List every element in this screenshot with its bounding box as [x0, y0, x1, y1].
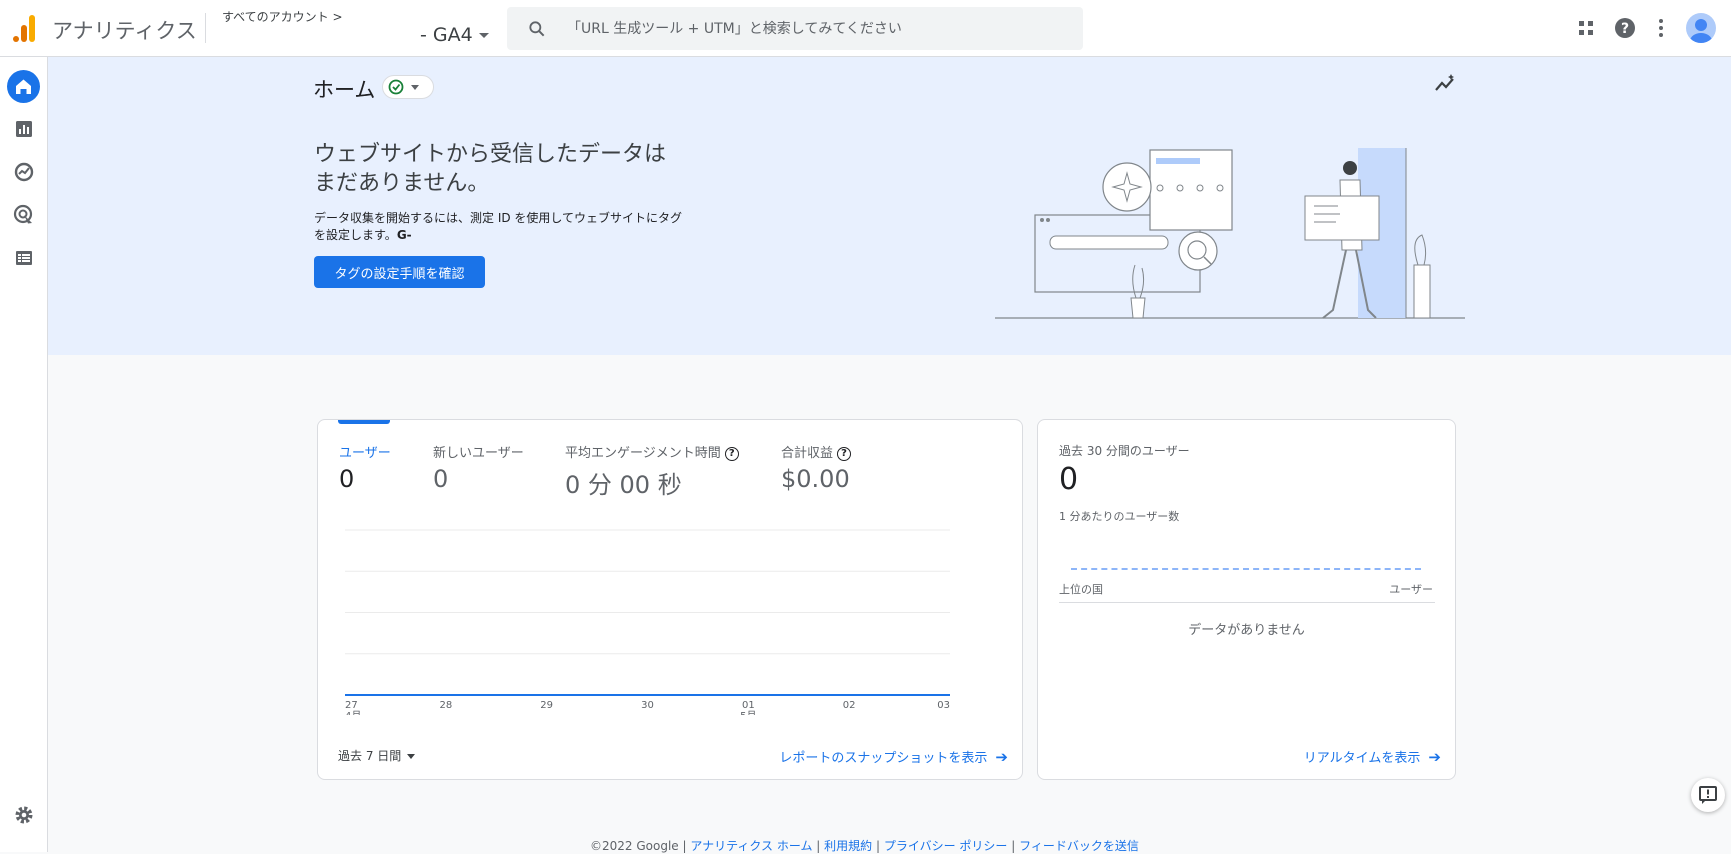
check-circle-icon: [388, 79, 419, 95]
feedback-link[interactable]: フィードバックを送信: [1019, 839, 1139, 853]
terms-link[interactable]: 利用規約: [824, 839, 872, 853]
realtime-subtitle: 1 分あたりのユーザー数: [1059, 510, 1180, 523]
realtime-value: 0: [1059, 462, 1079, 497]
view-realtime-link[interactable]: リアルタイムを表示 ➔: [1304, 747, 1441, 766]
analytics-home-link[interactable]: アナリティクス ホーム: [690, 839, 812, 853]
page-title: ホーム: [313, 78, 376, 102]
table-divider: [1059, 602, 1435, 603]
arrow-right-icon: ➔: [1428, 748, 1441, 766]
configure-list-icon[interactable]: [11, 245, 37, 271]
metric-users[interactable]: ユーザー 0: [339, 442, 391, 493]
x-month-label: 4月: [345, 710, 361, 715]
realtime-sparkline: [1071, 568, 1421, 570]
svg-text:?: ?: [1621, 21, 1629, 37]
metric-engagement-time[interactable]: 平均エンゲージメント時間? 0 分 00 秒: [565, 442, 739, 500]
feedback-button[interactable]: [1691, 778, 1725, 812]
admin-gear-icon[interactable]: [11, 802, 37, 828]
date-range-selector[interactable]: 過去 7 日間: [338, 747, 416, 764]
metric-value: 0: [339, 465, 355, 493]
users-column-header: ユーザー: [1389, 583, 1433, 596]
analytics-logo-icon[interactable]: [12, 13, 36, 43]
metric-value: 0: [433, 465, 449, 493]
x-tick-label: 30: [641, 700, 654, 711]
hero-body-text: データ収集を開始するには、測定 ID を使用してウェブサイトにタグを設定します。: [314, 211, 683, 242]
x-tick-label: 29: [540, 700, 553, 711]
privacy-link[interactable]: プライバシー ポリシー: [884, 839, 1008, 853]
metric-label: 平均エンゲージメント時間: [565, 446, 721, 461]
more-vert-icon[interactable]: [1649, 16, 1673, 40]
top-app-bar: アナリティクス すべてのアカウント > - GA4 ?: [0, 0, 1731, 57]
x-tick-label: 28: [439, 700, 452, 711]
home-icon: [16, 79, 31, 94]
account-avatar[interactable]: [1686, 13, 1716, 43]
view-snapshot-link[interactable]: レポートのスナップショットを表示 ➔: [779, 747, 1008, 766]
help-circle-icon[interactable]: ?: [837, 446, 852, 461]
app-title: アナリティクス: [52, 19, 197, 43]
x-month-label: 5月: [740, 710, 756, 715]
realtime-link-label: リアルタイムを表示: [1303, 751, 1421, 766]
page-footer: ©2022 Google | アナリティクス ホーム | 利用規約 | プライバ…: [590, 837, 1139, 854]
explore-trend-icon[interactable]: [11, 159, 37, 185]
metric-label: 合計収益: [781, 446, 834, 461]
help-icon[interactable]: ?: [1613, 16, 1637, 40]
metric-value: $0.00: [781, 465, 850, 493]
measurement-id: G-: [396, 228, 412, 242]
top-country-header: 上位の国: [1059, 583, 1103, 596]
search-bar[interactable]: [507, 7, 1083, 50]
left-navigation: [0, 57, 48, 852]
users-line-chart: 274月 28 29 30 015月 02 03: [345, 529, 950, 715]
snapshot-link-label: レポートのスナップショットを表示: [779, 751, 988, 766]
metric-new-users[interactable]: 新しいユーザー 0: [433, 442, 524, 493]
nav-home[interactable]: [7, 70, 40, 103]
metric-label: ユーザー: [339, 446, 391, 461]
hero-headline-line2: まだありません。: [314, 171, 490, 196]
chevron-down-icon: [478, 33, 489, 38]
help-circle-icon[interactable]: ?: [724, 446, 739, 461]
apps-grid-icon[interactable]: [1574, 16, 1598, 40]
view-tag-instructions-button[interactable]: タグの設定手順を確認: [314, 256, 485, 288]
x-tick-label: 02: [843, 700, 856, 711]
reports-bar-chart-icon[interactable]: [11, 116, 37, 142]
x-tick-label: 03: [937, 700, 950, 711]
footer-separator: |: [1007, 839, 1020, 853]
realtime-card: 過去 30 分間のユーザー 0 1 分あたりのユーザー数 上位の国 ユーザー デ…: [1037, 419, 1456, 780]
hero-description: データ収集を開始するには、測定 ID を使用してウェブサイトにタグを設定します。…: [314, 210, 684, 244]
x-tick-label: 27: [345, 700, 358, 711]
copyright-text: ©2022 Google: [590, 839, 679, 853]
realtime-title: 過去 30 分間のユーザー: [1059, 444, 1190, 458]
date-range-label: 過去 7 日間: [338, 749, 402, 763]
search-icon: [529, 21, 545, 37]
header-divider: [205, 13, 206, 43]
search-input[interactable]: [567, 7, 1067, 50]
account-breadcrumb[interactable]: すべてのアカウント >: [222, 8, 343, 25]
footer-separator: |: [872, 839, 884, 853]
hero-banner: [48, 57, 1731, 355]
property-selector[interactable]: - GA4: [420, 24, 489, 46]
x-tick-label: 01: [742, 700, 755, 711]
person-icon: [1690, 19, 1712, 43]
active-tab-indicator: [338, 420, 390, 424]
hero-illustration: [995, 148, 1465, 319]
hero-headline: ウェブサイトから受信したデータは まだありません。: [314, 140, 694, 198]
metric-value: 0 分 00 秒: [565, 471, 682, 499]
hero-headline-line1: ウェブサイトから受信したデータは: [314, 142, 667, 167]
caret-down-icon: [407, 754, 416, 759]
arrow-right-icon: ➔: [995, 748, 1008, 766]
footer-separator: |: [812, 839, 825, 853]
overview-card: ユーザー 0 新しいユーザー 0 平均エンゲージメント時間? 0 分 00 秒 …: [317, 419, 1023, 780]
advertising-target-icon[interactable]: [11, 202, 37, 228]
feedback-icon: [1699, 786, 1717, 804]
insights-icon[interactable]: [1433, 72, 1457, 96]
data-status-chip[interactable]: [382, 75, 434, 99]
empty-state-text: データがありません: [1188, 623, 1305, 638]
metric-label: 新しいユーザー: [433, 446, 524, 461]
metric-revenue[interactable]: 合計収益? $0.00: [781, 442, 852, 493]
property-name: - GA4: [420, 24, 473, 46]
footer-separator: |: [678, 839, 691, 853]
